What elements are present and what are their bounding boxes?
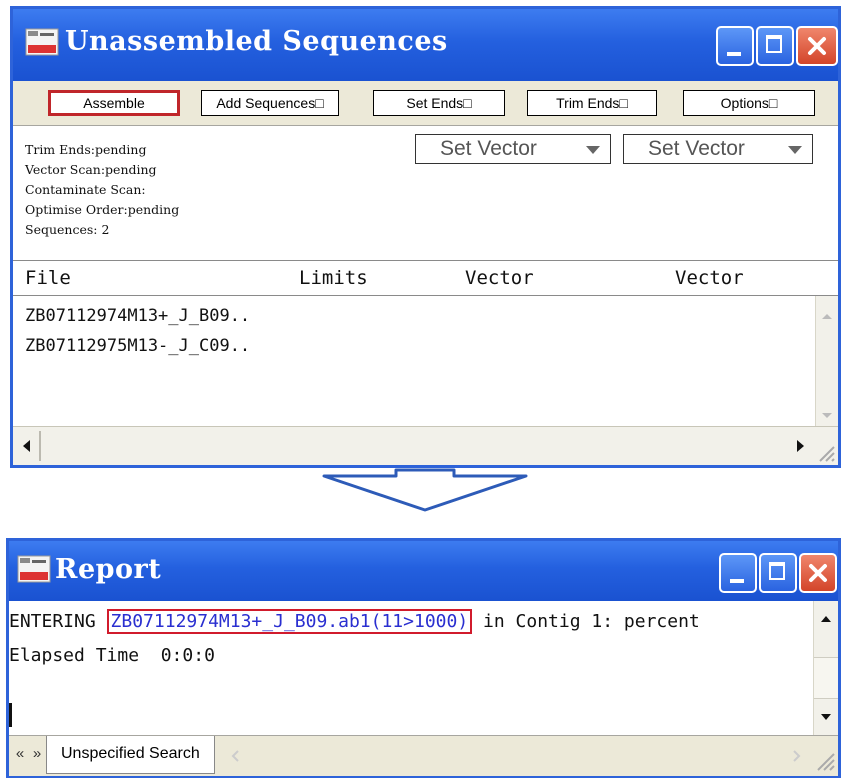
minimize-button[interactable] <box>719 553 757 593</box>
status-vector-scan: Vector Scan:pending <box>25 162 157 177</box>
report-line-1: ENTERING ZB07112974M13+_J_B09.ab1(11>100… <box>9 609 700 634</box>
minimize-icon <box>730 579 744 583</box>
report-window: Report ENTERING ZB07112974M13+_J_B09.ab1… <box>6 538 841 778</box>
sequence-list: ZB07112974M13+_J_B09.. ZB07112975M13-_J_… <box>13 296 816 426</box>
set-vector-select-2[interactable]: Set Vector <box>623 134 813 164</box>
status-panel: Trim Ends:pending Vector Scan:pending Co… <box>13 126 838 261</box>
down-arrow-icon <box>322 468 528 512</box>
set-vector-select-1-value: Set Vector <box>440 137 537 160</box>
list-item[interactable]: ZB07112975M13-_J_C09.. <box>25 336 250 356</box>
toolbar: Assemble Add Sequences□ Set Ends□ Trim E… <box>13 81 838 126</box>
report-text-area[interactable]: ENTERING ZB07112974M13+_J_B09.ab1(11>100… <box>9 601 838 735</box>
horizontal-scrollbar[interactable] <box>13 426 838 465</box>
scroll-right-icon <box>797 440 804 452</box>
column-header-file[interactable]: File <box>25 267 71 289</box>
app-icon <box>25 28 59 56</box>
close-button[interactable] <box>799 553 837 593</box>
column-header-vector[interactable]: Vector <box>465 267 534 289</box>
options-button[interactable]: Options□ <box>683 90 815 116</box>
scroll-right-icon <box>793 750 801 762</box>
set-vector-select-2-value: Set Vector <box>648 137 745 160</box>
scroll-right-button[interactable] <box>788 431 812 461</box>
unassembled-sequences-window: Unassembled Sequences Assemble Add Seque… <box>10 6 841 468</box>
resize-grip-icon[interactable] <box>812 748 836 772</box>
app-icon <box>17 555 51 583</box>
nav-prev-button[interactable]: « <box>11 739 29 771</box>
maximize-button[interactable] <box>756 26 794 66</box>
report-line-2: Elapsed Time 0:0:0 <box>9 645 215 666</box>
status-trim-ends: Trim Ends:pending <box>25 142 147 157</box>
set-vector-select-1[interactable]: Set Vector <box>415 134 611 164</box>
scroll-down-icon <box>822 413 832 418</box>
horizontal-scrollbar[interactable] <box>227 742 807 770</box>
vertical-scrollbar[interactable] <box>815 296 838 426</box>
unassembled-titlebar[interactable]: Unassembled Sequences <box>13 9 838 81</box>
scroll-left-button-edge <box>39 431 41 461</box>
maximize-icon <box>766 35 782 53</box>
report-vertical-scrollbar[interactable] <box>813 601 838 735</box>
column-header-limits[interactable]: Limits <box>299 267 368 289</box>
column-header-vector-2[interactable]: Vector <box>675 267 744 289</box>
highlighted-file-name: ZB07112974M13+_J_B09.ab1(11>1000) <box>106 609 473 634</box>
scroll-left-icon <box>231 750 239 762</box>
status-optimise-order: Optimise Order:pending <box>25 202 180 217</box>
minimize-icon <box>727 52 741 56</box>
minimize-button[interactable] <box>716 26 754 66</box>
column-header-row: File Limits Vector Vector <box>13 261 838 296</box>
resize-grip-icon[interactable] <box>814 441 836 463</box>
close-icon <box>809 564 827 582</box>
report-bottom-bar: « » Unspecified Search <box>9 735 838 776</box>
status-sequences: Sequences: 2 <box>25 222 110 237</box>
scroll-down-icon <box>821 714 831 720</box>
maximize-button[interactable] <box>759 553 797 593</box>
window-title: Unassembled Sequences <box>65 26 448 57</box>
chevron-down-icon <box>586 146 600 154</box>
status-lines: Trim Ends:pending Vector Scan:pending Co… <box>25 140 179 240</box>
scroll-up-icon <box>821 616 831 622</box>
scroll-up-icon <box>822 314 832 319</box>
tab-unspecified-search[interactable]: Unspecified Search <box>46 736 215 774</box>
report-line-1-suffix: in Contig 1: percent <box>472 611 700 632</box>
close-icon <box>808 37 826 55</box>
text-caret <box>9 703 12 727</box>
chevron-down-icon <box>788 146 802 154</box>
add-sequences-button[interactable]: Add Sequences□ <box>201 90 339 116</box>
scroll-thumb[interactable] <box>814 657 838 699</box>
list-item[interactable]: ZB07112974M13+_J_B09.. <box>25 306 250 326</box>
assemble-button[interactable]: Assemble <box>48 90 180 116</box>
trim-ends-button[interactable]: Trim Ends□ <box>527 90 657 116</box>
maximize-icon <box>769 562 785 580</box>
window-title: Report <box>55 554 162 585</box>
report-titlebar[interactable]: Report <box>9 541 838 601</box>
set-ends-button[interactable]: Set Ends□ <box>373 90 505 116</box>
report-line-1-prefix: ENTERING <box>9 611 107 632</box>
nav-next-button[interactable]: » <box>28 739 46 771</box>
status-contaminate-scan: Contaminate Scan: <box>25 182 146 197</box>
close-button[interactable] <box>796 26 838 66</box>
scroll-left-icon <box>23 440 30 452</box>
